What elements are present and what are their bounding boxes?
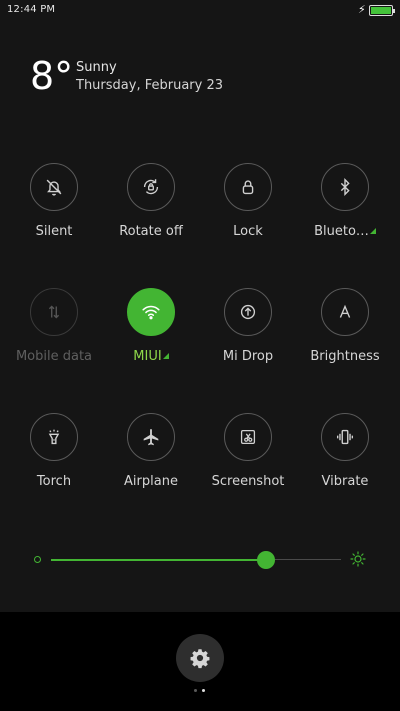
- toggle-wifi[interactable]: MIUI: [103, 288, 199, 364]
- battery-icon: [369, 5, 395, 16]
- weather-condition: Sunny: [76, 60, 117, 75]
- torch-icon: [30, 413, 78, 461]
- toggle-label: Screenshot: [211, 474, 285, 489]
- page-dot: [194, 689, 197, 692]
- toggle-label: Rotate off: [119, 224, 183, 239]
- toggle-label: Torch: [36, 474, 72, 489]
- toggle-screenshot[interactable]: Screenshot: [200, 413, 296, 489]
- expand-corner-icon: [162, 353, 169, 359]
- settings-button[interactable]: [176, 634, 224, 682]
- toggle-bluetooth[interactable]: Blueto…: [297, 163, 393, 239]
- mobile-data-icon: [30, 288, 78, 336]
- expand-corner-icon: [369, 228, 376, 234]
- weather-date: Thursday, February 23: [76, 78, 223, 93]
- control-center-panel: 12:44 PM ⚡ 8° Sunny Thursday, February 2…: [0, 0, 400, 612]
- brightness-thumb[interactable]: [256, 551, 275, 569]
- page-indicator: [194, 689, 206, 693]
- brightness-high-icon: [350, 551, 366, 567]
- gear-icon: [190, 649, 210, 669]
- toggle-label: MIUI: [133, 349, 169, 364]
- toggle-label: Mi Drop: [222, 349, 274, 364]
- bluetooth-icon: [321, 163, 369, 211]
- temperature: 8°: [30, 54, 74, 98]
- status-time: 12:44 PM: [7, 4, 56, 15]
- brightness-slider[interactable]: [34, 548, 366, 570]
- toggle-label: Brightness: [310, 349, 380, 364]
- toggle-mobile-data[interactable]: Mobile data: [6, 288, 102, 364]
- vibrate-icon: [321, 413, 369, 461]
- toggle-vibrate[interactable]: Vibrate: [297, 413, 393, 489]
- status-bar: 12:44 PM ⚡: [0, 0, 400, 22]
- auto-brightness-icon: [321, 288, 369, 336]
- toggle-label: Lock: [233, 224, 263, 239]
- lock-icon: [224, 163, 272, 211]
- toggle-silent[interactable]: Silent: [6, 163, 102, 239]
- mi-drop-icon: [224, 288, 272, 336]
- screenshot-icon: [224, 413, 272, 461]
- charging-icon: ⚡: [358, 3, 366, 16]
- toggle-label: Vibrate: [321, 474, 369, 489]
- airplane-icon: [127, 413, 175, 461]
- toggle-label: Mobile data: [15, 349, 93, 364]
- rotation-lock-icon: [127, 163, 175, 211]
- toggle-lock[interactable]: Lock: [200, 163, 296, 239]
- toggle-torch[interactable]: Torch: [6, 413, 102, 489]
- toggle-label: Silent: [35, 224, 73, 239]
- toggle-airplane[interactable]: Airplane: [103, 413, 199, 489]
- toggle-mi-drop[interactable]: Mi Drop: [200, 288, 296, 364]
- brightness-track[interactable]: [51, 551, 341, 569]
- wifi-icon: [127, 288, 175, 336]
- brightness-fill: [51, 558, 266, 561]
- brightness-low-icon: [34, 556, 41, 563]
- bell-off-icon: [30, 163, 78, 211]
- toggle-label: Airplane: [124, 474, 178, 489]
- toggle-brightness[interactable]: Brightness: [297, 288, 393, 364]
- page-dot-active: [202, 689, 205, 692]
- toggle-label: Blueto…: [314, 224, 376, 239]
- toggle-rotate[interactable]: Rotate off: [103, 163, 199, 239]
